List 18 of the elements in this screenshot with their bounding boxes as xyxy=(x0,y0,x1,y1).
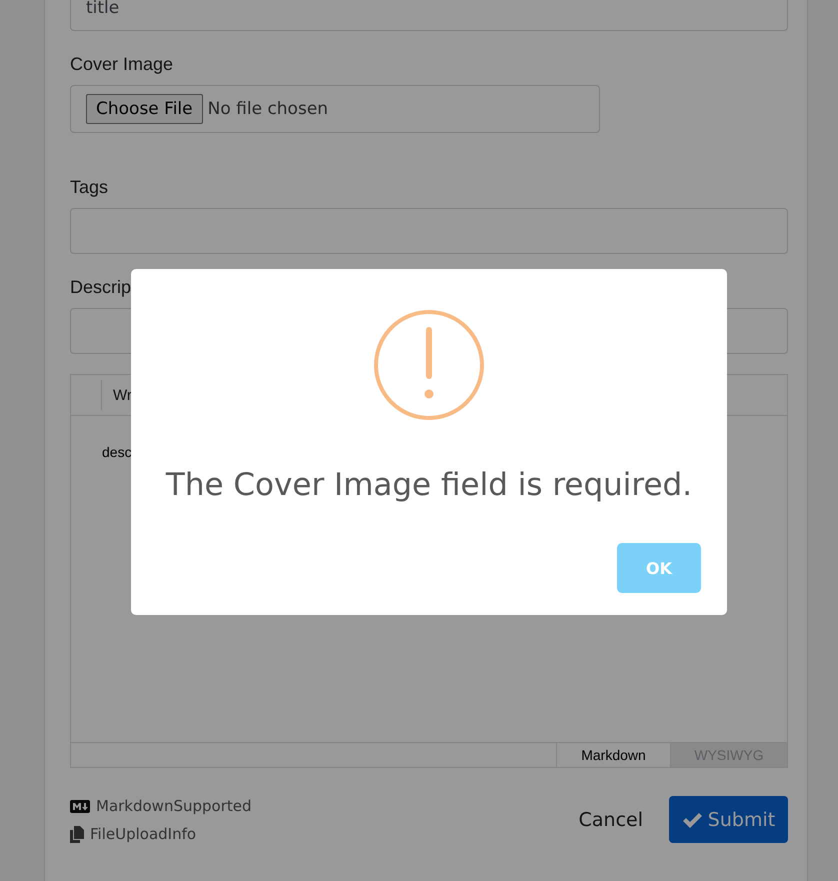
tags-field[interactable] xyxy=(70,208,788,254)
field-label: Cover Image xyxy=(70,54,174,75)
file-status: No file chosen xyxy=(208,99,328,119)
submit-button[interactable]: Submit xyxy=(669,796,788,843)
choose-file-button[interactable]: Choose File xyxy=(86,94,203,124)
hint-text: MarkdownSupported xyxy=(96,797,252,815)
field-label: Descrip xyxy=(70,277,132,298)
editor-text: desc xyxy=(102,444,132,460)
cancel-button[interactable]: Cancel xyxy=(578,808,643,830)
alert-message: The Cover Image field is required. xyxy=(166,467,692,503)
field-label: Tags xyxy=(70,177,108,198)
warning-icon xyxy=(373,309,485,421)
check-icon xyxy=(682,812,702,828)
hint-text: FileUploadInfo xyxy=(90,825,196,843)
title-field[interactable]: title xyxy=(70,0,788,31)
markdown-icon xyxy=(70,800,90,812)
files-icon xyxy=(70,826,84,842)
file-field[interactable]: Choose File No file chosen xyxy=(70,85,600,133)
